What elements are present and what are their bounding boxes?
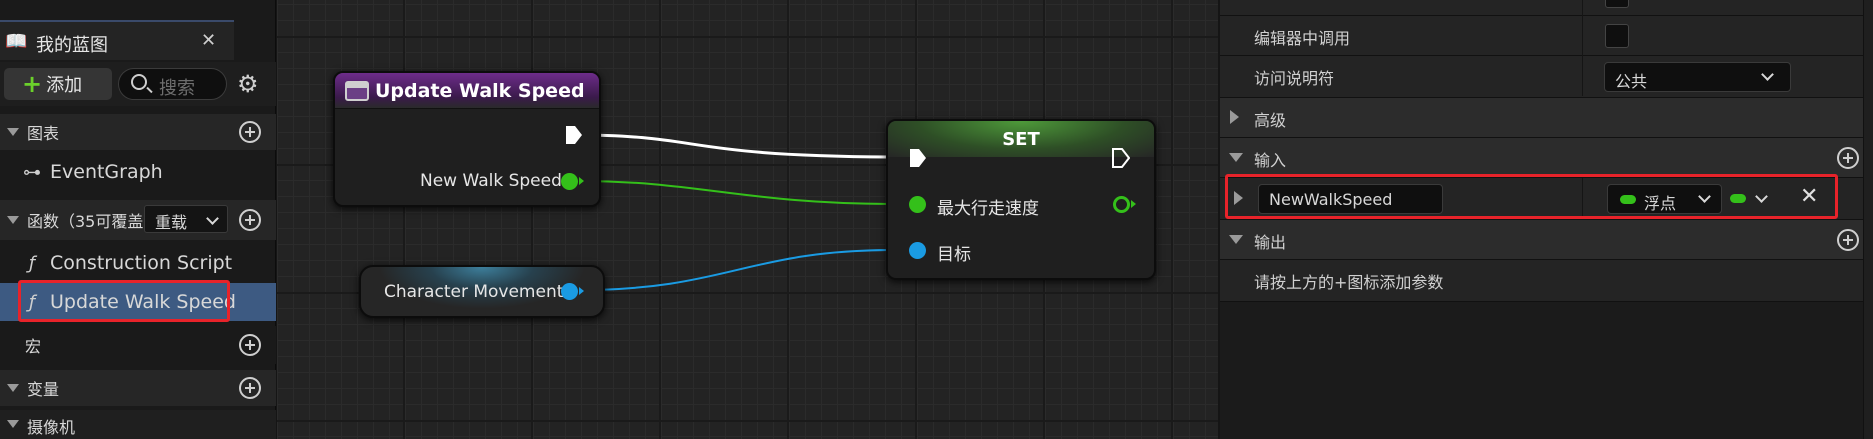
- add-output-plus-icon[interactable]: [1837, 229, 1859, 251]
- my-blueprint-tab-title: 我的蓝图: [36, 35, 108, 56]
- outputs-label: 输出: [1254, 233, 1287, 252]
- inputs-label: 输入: [1254, 151, 1287, 170]
- collapse-arrow-icon[interactable]: [1229, 153, 1243, 162]
- override-dropdown[interactable]: 重载: [144, 205, 228, 233]
- new-walk-speed-pin-label: New Walk Speed: [420, 171, 562, 191]
- add-function-plus-icon[interactable]: [239, 209, 261, 231]
- new-walk-speed-pin[interactable]: [561, 173, 578, 190]
- exec-wire: [573, 133, 895, 159]
- list-item-event-graph[interactable]: ⊶ EventGraph: [0, 153, 276, 191]
- add-macro-plus-icon[interactable]: [239, 334, 261, 356]
- chevron-down-icon: [1761, 68, 1774, 81]
- details-row-call-in-editor: 编辑器中调用: [1220, 16, 1873, 56]
- object-wire: [578, 249, 895, 291]
- pin-arrow-icon: [579, 287, 584, 295]
- highlight-box: [1225, 174, 1838, 219]
- character-movement-label: Character Movement: [384, 282, 564, 302]
- section-graphs[interactable]: 图表: [0, 114, 276, 150]
- details-section-inputs[interactable]: 输入: [1220, 138, 1873, 178]
- column-divider: [1582, 16, 1583, 56]
- exec-out-pin-icon[interactable]: [565, 125, 583, 145]
- section-functions-label: 函数（35可覆盖: [27, 212, 144, 231]
- checkbox[interactable]: [1605, 0, 1629, 8]
- collapse-arrow-icon[interactable]: [7, 216, 19, 224]
- collapse-arrow-icon[interactable]: [7, 128, 19, 136]
- details-empty-area: [1220, 302, 1873, 439]
- section-macros[interactable]: 宏: [0, 326, 276, 364]
- access-specifier-value: 公共: [1615, 72, 1648, 91]
- call-in-editor-label: 编辑器中调用: [1254, 29, 1351, 48]
- column-divider: [1582, 0, 1583, 16]
- highlight-box: [18, 280, 230, 322]
- search-icon: [131, 74, 147, 90]
- add-graph-plus-icon[interactable]: [239, 121, 261, 143]
- chevron-down-icon: [206, 212, 219, 225]
- search-input[interactable]: 搜索: [118, 68, 227, 100]
- details-row-access-specifier: 访问说明符 公共: [1220, 56, 1873, 98]
- character-movement-out-pin[interactable]: [561, 283, 578, 300]
- call-in-editor-checkbox[interactable]: [1605, 24, 1629, 48]
- collapse-arrow-icon[interactable]: [7, 420, 19, 428]
- add-button[interactable]: + 添加: [4, 68, 112, 100]
- details-row-outputs-hint: 请按上方的+图标添加参数: [1220, 260, 1873, 302]
- my-blueprint-toolbar: + 添加 搜索 ⚙: [0, 62, 276, 106]
- access-specifier-label: 访问说明符: [1254, 69, 1335, 88]
- pin-arrow-icon: [1131, 200, 1136, 208]
- collapse-arrow-icon[interactable]: [7, 384, 19, 392]
- collapse-arrow-icon[interactable]: [1229, 235, 1243, 244]
- outputs-hint-text: 请按上方的+图标添加参数: [1254, 273, 1444, 292]
- details-section-advanced[interactable]: 高级: [1220, 98, 1873, 138]
- section-functions[interactable]: 函数（35可覆盖 重载: [0, 200, 276, 240]
- character-movement-node[interactable]: Character Movement: [359, 265, 605, 318]
- scrollbar[interactable]: [1863, 0, 1873, 439]
- access-specifier-dropdown[interactable]: 公共: [1604, 62, 1791, 92]
- pin-arrow-icon: [579, 177, 584, 185]
- event-graph-icon: ⊶: [23, 161, 41, 183]
- details-panel: 编辑器中调用 访问说明符 公共 高级 输入 NewWalkSpeed 浮点 ✕: [1220, 0, 1873, 439]
- function-entry-title: Update Walk Speed: [375, 79, 585, 102]
- section-graphs-label: 图表: [27, 124, 60, 143]
- close-icon[interactable]: ✕: [201, 30, 216, 51]
- list-item-construction-script[interactable]: ƒ Construction Script: [0, 244, 276, 282]
- category-camera-label: 摄像机: [27, 418, 76, 437]
- expand-arrow-icon[interactable]: [1230, 110, 1239, 124]
- max-walk-speed-in-pin[interactable]: [909, 196, 926, 213]
- exec-out-pin-icon[interactable]: [1112, 148, 1130, 168]
- target-pin[interactable]: [909, 242, 926, 259]
- event-graph-label: EventGraph: [50, 161, 163, 183]
- section-variables[interactable]: 变量: [0, 370, 276, 406]
- override-label: 重载: [155, 213, 188, 232]
- float-wire: [579, 180, 895, 205]
- search-placeholder: 搜索: [159, 78, 195, 99]
- target-pin-label: 目标: [937, 245, 971, 265]
- my-blueprint-panel: 📖 我的蓝图 ✕ + 添加 搜索 ⚙ 图表 ⊶ EventGraph 函数（35…: [0, 0, 276, 439]
- column-divider: [1582, 56, 1583, 96]
- details-section-outputs[interactable]: 输出: [1220, 220, 1873, 260]
- add-button-label: 添加: [46, 75, 83, 96]
- details-row-partial: [1220, 0, 1873, 16]
- section-macros-label: 宏: [25, 337, 42, 356]
- add-variable-plus-icon[interactable]: [239, 377, 261, 399]
- exec-in-pin-icon[interactable]: [909, 148, 927, 168]
- construction-script-label: Construction Script: [50, 252, 233, 274]
- function-node-icon: [345, 80, 369, 101]
- add-input-plus-icon[interactable]: [1837, 147, 1859, 169]
- max-walk-speed-out-pin[interactable]: [1113, 196, 1130, 213]
- advanced-label: 高级: [1254, 111, 1287, 130]
- gear-icon[interactable]: ⚙: [237, 70, 259, 98]
- function-entry-header: Update Walk Speed: [335, 73, 599, 109]
- graph-canvas[interactable]: Update Walk Speed New Walk Speed SET 最大行…: [277, 0, 1218, 439]
- max-walk-speed-pin-label: 最大行走速度: [937, 199, 1039, 219]
- set-node-title: SET: [1002, 128, 1040, 150]
- category-camera[interactable]: 摄像机: [0, 410, 276, 439]
- section-variables-label: 变量: [27, 380, 60, 399]
- function-icon: ƒ: [28, 252, 36, 274]
- blueprint-book-icon: 📖: [5, 31, 28, 52]
- plus-icon: +: [22, 70, 43, 98]
- my-blueprint-tab[interactable]: 📖 我的蓝图 ✕: [0, 20, 234, 60]
